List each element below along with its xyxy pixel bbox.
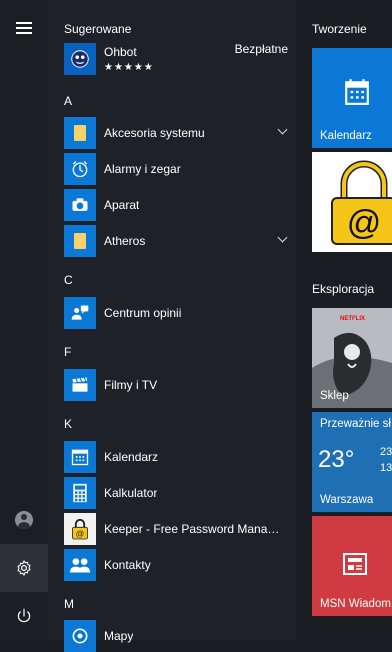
app-label: Centrum opinii (104, 306, 182, 320)
maps-icon (64, 620, 96, 652)
price-badge: Bezpłatne (234, 42, 288, 56)
tile-group-header[interactable]: Eksploracja (312, 282, 374, 296)
tile-msn-news[interactable]: MSN Wiadom... (312, 516, 392, 616)
keeper-lock-icon: @ (64, 513, 96, 545)
app-label: Aparat (104, 198, 140, 212)
folder-icon (64, 225, 96, 257)
chevron-down-icon (277, 124, 288, 135)
tile-label: Kalendarz (320, 130, 372, 142)
app-item-alarmy[interactable]: Alarmy i zegar (64, 153, 296, 185)
suggested-header: Sugerowane (64, 22, 132, 36)
app-item-kontakty[interactable]: Kontakty (64, 549, 296, 581)
chevron-down-icon (277, 232, 288, 243)
power-icon (17, 608, 31, 623)
weather-condition: Przeważnie sł... (320, 418, 392, 430)
app-list[interactable]: Sugerowane Ohbot ★★★★★ Bezpłatne A Akces… (48, 0, 296, 652)
weather-city: Warszawa (320, 494, 374, 506)
app-item-mapy[interactable]: Mapy (64, 620, 296, 652)
film-clapper-icon (64, 369, 96, 401)
tile-store[interactable]: NETFLIX Sklep (312, 308, 392, 408)
suggested-app-name: Ohbot (104, 45, 137, 59)
app-item-aparat[interactable]: Aparat (64, 189, 296, 221)
ohbot-app-icon (64, 43, 96, 75)
section-letter-a[interactable]: A (64, 94, 72, 108)
camera-icon (64, 189, 96, 221)
app-label: Kalkulator (104, 486, 158, 500)
app-item-akcesoria[interactable]: Akcesoria systemu (64, 117, 296, 149)
keeper-lock-icon: @ (331, 160, 392, 245)
folder-icon (64, 117, 96, 149)
app-item-kalendarz[interactable]: Kalendarz (64, 441, 296, 473)
app-label: Keeper - Free Password Manager... (104, 522, 286, 536)
svg-text:@: @ (76, 529, 84, 539)
tiles-area: Tworzenie Kalendarz @ Eksploracja NETFLI… (296, 0, 392, 640)
news-icon (343, 553, 367, 575)
app-label: Akcesoria systemu (104, 126, 205, 140)
weather-high: 23 (380, 446, 392, 458)
settings-button[interactable] (0, 544, 48, 592)
tile-label: MSN Wiadom... (320, 598, 392, 610)
app-label: Filmy i TV (104, 378, 158, 392)
people-icon (64, 549, 96, 581)
tile-group-header[interactable]: Tworzenie (312, 22, 367, 36)
app-item-centrum-opinii[interactable]: Centrum opinii (64, 297, 296, 329)
section-letter-c[interactable]: C (64, 273, 73, 287)
section-letter-f[interactable]: F (64, 345, 71, 359)
app-label: Kalendarz (104, 450, 159, 464)
suggested-app-ohbot[interactable]: Ohbot ★★★★★ Bezpłatne (64, 40, 296, 78)
app-label: Alarmy i zegar (104, 162, 181, 176)
tile-label: Sklep (320, 390, 349, 402)
section-letter-m[interactable]: M (64, 597, 74, 611)
user-icon (15, 511, 33, 529)
hamburger-icon (16, 27, 32, 29)
app-item-filmy[interactable]: Filmy i TV (64, 369, 296, 401)
tile-calendar[interactable]: Kalendarz (312, 48, 392, 148)
calendar-icon (345, 79, 369, 105)
alarm-clock-icon (64, 153, 96, 185)
gear-icon (17, 560, 31, 576)
calendar-icon (64, 441, 96, 473)
app-label: Mapy (104, 629, 134, 643)
tile-keeper[interactable]: @ (312, 152, 392, 252)
netflix-logo: NETFLIX (340, 316, 365, 322)
app-item-atheros[interactable]: Atheros (64, 225, 296, 257)
app-item-keeper[interactable]: @ Keeper - Free Password Manager... (64, 513, 296, 545)
app-label: Atheros (104, 234, 146, 248)
start-rail (0, 0, 48, 640)
weather-temperature: 23° (318, 446, 355, 473)
section-letter-k[interactable]: K (64, 417, 72, 431)
rating-stars: ★★★★★ (104, 62, 154, 73)
svg-text:@: @ (347, 204, 382, 242)
power-button[interactable] (0, 592, 48, 640)
user-button[interactable] (0, 496, 48, 544)
app-item-kalkulator[interactable]: Kalkulator (64, 477, 296, 509)
app-label: Kontakty (104, 558, 151, 572)
weather-low: 13 (380, 462, 392, 474)
feedback-hub-icon (64, 297, 96, 329)
tile-weather[interactable]: Przeważnie sł... 23° 23 13 Warszawa (312, 412, 392, 512)
expand-menu-button[interactable] (0, 4, 48, 52)
calculator-icon (64, 477, 96, 509)
